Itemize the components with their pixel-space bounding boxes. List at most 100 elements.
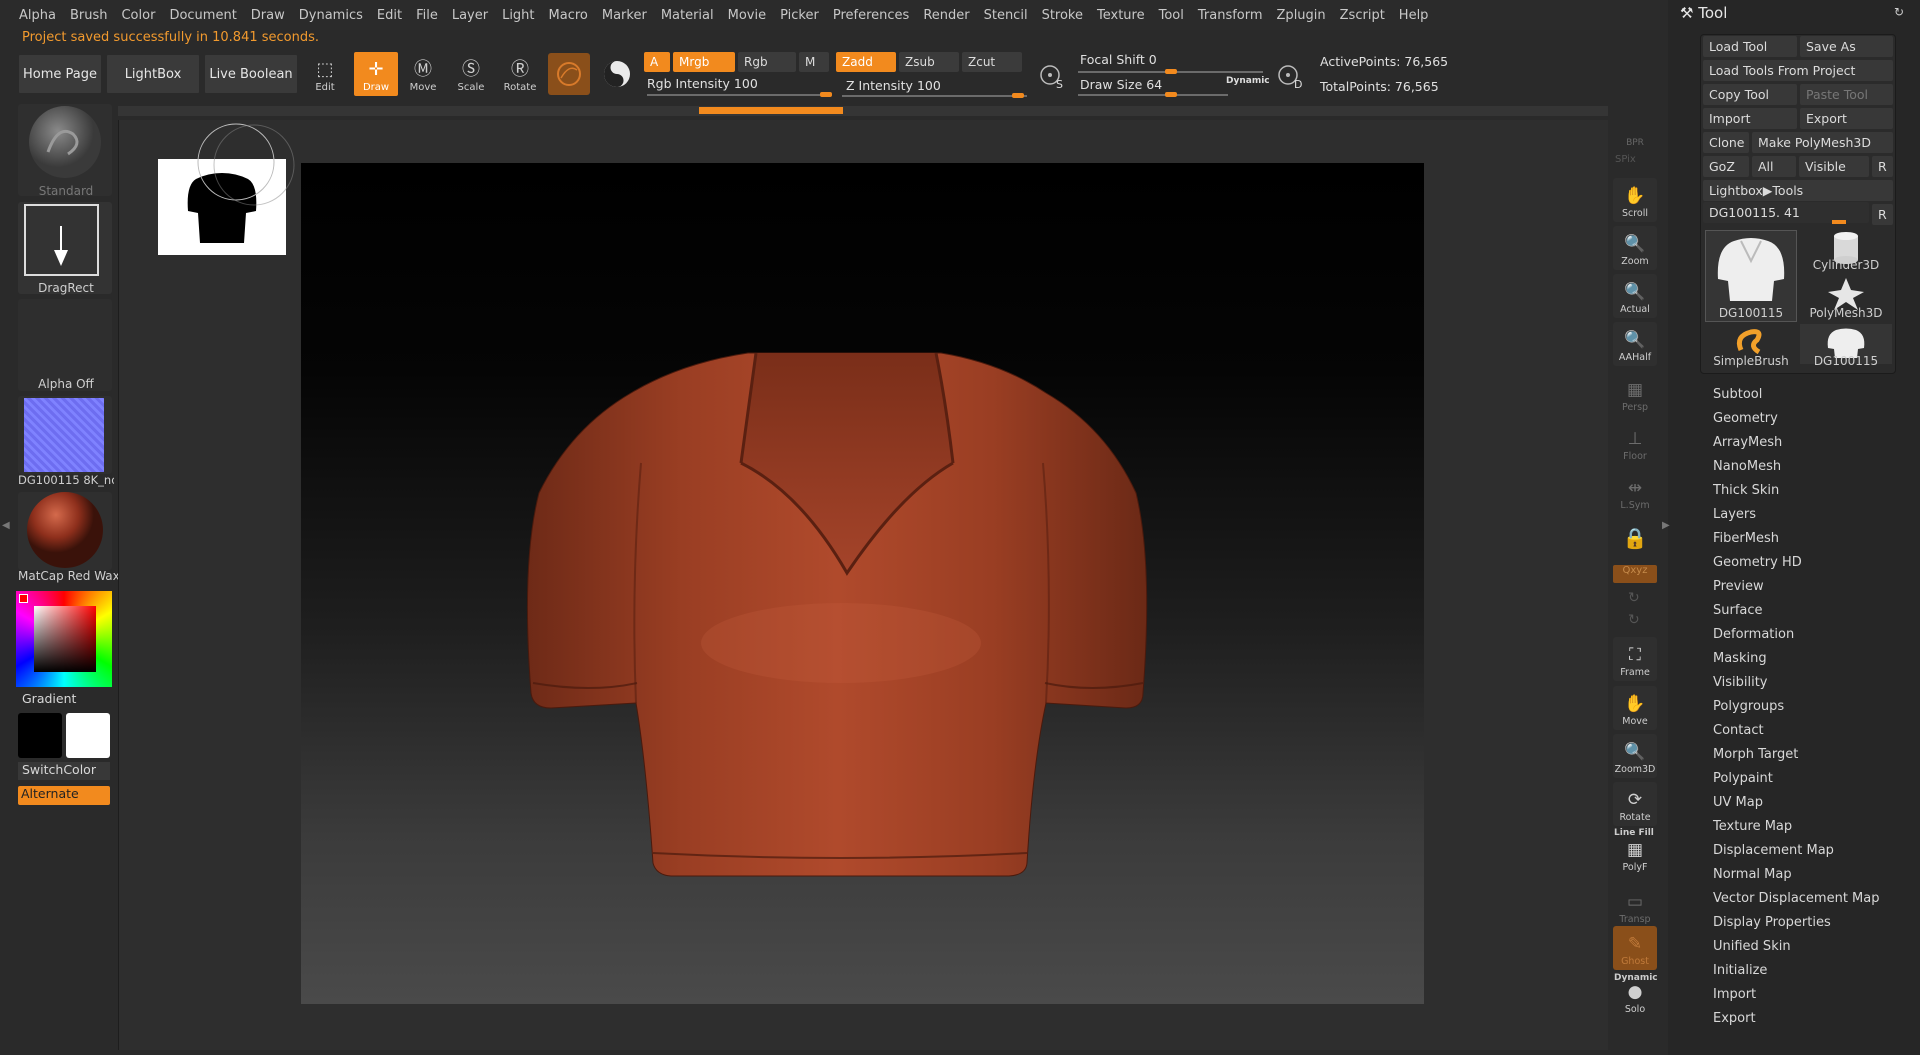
subpalette-layers[interactable]: Layers (1713, 507, 1756, 522)
floor-button[interactable]: ⊥ Floor (1613, 421, 1657, 465)
edit-button[interactable]: ⬚ Edit (303, 52, 347, 96)
subpalette-subtool[interactable]: Subtool (1713, 387, 1762, 402)
subpalette-nanomesh[interactable]: NanoMesh (1713, 459, 1781, 474)
load-tools-from-project-button[interactable]: Load Tools From Project (1703, 60, 1893, 81)
subpalette-preview[interactable]: Preview (1713, 579, 1764, 594)
mrgb-toggle[interactable]: Mrgb (673, 52, 735, 72)
subpalette-initialize[interactable]: Initialize (1713, 963, 1767, 978)
tool-palette-header[interactable]: ⚒ Tool (1680, 4, 1727, 22)
brush-thumb[interactable] (18, 104, 112, 196)
menu-picker[interactable]: Picker (773, 8, 826, 23)
subpalette-polypaint[interactable]: Polypaint (1713, 771, 1773, 786)
focal-shift-knob[interactable] (1165, 69, 1177, 74)
menu-layer[interactable]: Layer (445, 8, 495, 23)
subpalette-deformation[interactable]: Deformation (1713, 627, 1794, 642)
z-intensity-slider[interactable]: Z Intensity 100 (846, 78, 941, 93)
zsub-toggle[interactable]: Zsub (899, 52, 959, 72)
xyz-toggle[interactable]: Qxyz (1613, 565, 1657, 583)
texture-thumb[interactable] (18, 396, 112, 474)
subpalette-uv-map[interactable]: UV Map (1713, 795, 1763, 810)
menu-preferences[interactable]: Preferences (826, 8, 916, 23)
move-view-button[interactable]: ✋ Move (1613, 686, 1657, 730)
load-tool-button[interactable]: Load Tool (1703, 36, 1797, 57)
scroll-button[interactable]: ✋ Scroll (1613, 178, 1657, 222)
subpalette-export[interactable]: Export (1713, 1011, 1756, 1026)
subpalette-geometry[interactable]: Geometry (1713, 411, 1778, 426)
menu-zscript[interactable]: Zscript (1333, 8, 1392, 23)
bpr-button[interactable]: BPR (1613, 110, 1657, 148)
subpalette-arraymesh[interactable]: ArrayMesh (1713, 435, 1782, 450)
dock-toggle-icon[interactable]: ↻ (1894, 5, 1904, 19)
alternate-button[interactable]: Alternate (18, 786, 110, 805)
subpalette-vector-displacement-map[interactable]: Vector Displacement Map (1713, 891, 1880, 906)
menu-draw[interactable]: Draw (244, 8, 292, 23)
gradient-toggle[interactable]: Gradient (22, 691, 76, 706)
rgb-intensity-slider[interactable]: Rgb Intensity 100 (647, 76, 758, 91)
menu-alpha[interactable]: Alpha (12, 8, 63, 23)
lock-icon[interactable]: 🔒 (1613, 518, 1657, 558)
live-boolean-button[interactable]: Live Boolean (204, 54, 298, 94)
subpalette-displacement-map[interactable]: Displacement Map (1713, 843, 1834, 858)
subpalette-normal-map[interactable]: Normal Map (1713, 867, 1792, 882)
subpalette-texture-map[interactable]: Texture Map (1713, 819, 1792, 834)
y-rotate-icon[interactable]: ↻ (1628, 590, 1640, 606)
focal-shift-slider[interactable]: Focal Shift 0 (1080, 52, 1157, 67)
backface-mask-button[interactable]: D (1272, 58, 1306, 92)
rgb-intensity-knob[interactable] (820, 92, 832, 97)
scale-button[interactable]: Ⓢ Scale (449, 52, 493, 96)
lsym-button[interactable]: ⇹ L.Sym (1613, 470, 1657, 514)
ghost-button[interactable]: ✎ Ghost (1613, 926, 1657, 970)
menu-zplugin[interactable]: Zplugin (1270, 8, 1333, 23)
left-tray-toggle-icon[interactable]: ◀ (2, 520, 10, 531)
lightbox-button[interactable]: LightBox (106, 54, 200, 94)
tool-r-button[interactable]: R (1872, 204, 1893, 225)
current-tool-slider-knob[interactable] (1832, 220, 1846, 224)
home-page-button[interactable]: Home Page (18, 54, 102, 94)
move-button[interactable]: Ⓜ Move (401, 52, 445, 96)
subpalette-visibility[interactable]: Visibility (1713, 675, 1767, 690)
3d-viewport[interactable] (301, 163, 1424, 1004)
subpalette-import[interactable]: Import (1713, 987, 1756, 1002)
menu-transform[interactable]: Transform (1191, 8, 1270, 23)
lazy-mouse-button[interactable]: S (1034, 58, 1068, 92)
timeline-marker[interactable] (699, 107, 843, 114)
subpalette-display-properties[interactable]: Display Properties (1713, 915, 1831, 930)
polyf-button[interactable]: ▦ PolyF (1613, 838, 1657, 876)
menu-brush[interactable]: Brush (63, 8, 115, 23)
actual-button[interactable]: 🔍 Actual (1613, 274, 1657, 318)
zcut-toggle[interactable]: Zcut (962, 52, 1022, 72)
rgb-toggle[interactable]: Rgb (738, 52, 796, 72)
draw-size-knob[interactable] (1165, 92, 1177, 97)
m-toggle[interactable]: M (799, 52, 829, 72)
menu-texture[interactable]: Texture (1090, 8, 1152, 23)
subpalette-masking[interactable]: Masking (1713, 651, 1767, 666)
zoom-button[interactable]: 🔍 Zoom (1613, 226, 1657, 270)
menu-tool[interactable]: Tool (1152, 8, 1191, 23)
frame-button[interactable]: ⛶ Frame (1613, 637, 1657, 681)
paste-tool-button[interactable]: Paste Tool (1800, 84, 1893, 105)
menu-help[interactable]: Help (1392, 8, 1436, 23)
menu-light[interactable]: Light (495, 8, 541, 23)
menu-file[interactable]: File (409, 8, 445, 23)
subpalette-contact[interactable]: Contact (1713, 723, 1764, 738)
goz-visible-button[interactable]: Visible (1799, 156, 1869, 177)
menu-stroke[interactable]: Stroke (1035, 8, 1090, 23)
z-intensity-knob[interactable] (1012, 93, 1024, 98)
secondary-color-swatch[interactable] (66, 713, 110, 758)
subpalette-polygroups[interactable]: Polygroups (1713, 699, 1784, 714)
goz-r-button[interactable]: R (1872, 156, 1893, 177)
clone-button[interactable]: Clone (1703, 132, 1749, 153)
make-polymesh-button[interactable]: Make PolyMesh3D (1752, 132, 1893, 153)
primary-color-swatch[interactable] (18, 713, 62, 758)
menu-document[interactable]: Document (162, 8, 243, 23)
right-tray-toggle-icon[interactable]: ▶ (1662, 520, 1670, 531)
aahalf-button[interactable]: 🔍 AAHalf (1613, 322, 1657, 366)
rotate-view-button[interactable]: ⟳ Rotate (1613, 782, 1657, 826)
goz-all-button[interactable]: All (1752, 156, 1796, 177)
spix-slider[interactable]: SPix (1615, 154, 1636, 165)
subpalette-morph-target[interactable]: Morph Target (1713, 747, 1798, 762)
menu-color[interactable]: Color (114, 8, 162, 23)
material-sphere-button[interactable] (599, 56, 635, 92)
shirt-model[interactable] (301, 163, 1424, 1004)
menu-marker[interactable]: Marker (595, 8, 654, 23)
